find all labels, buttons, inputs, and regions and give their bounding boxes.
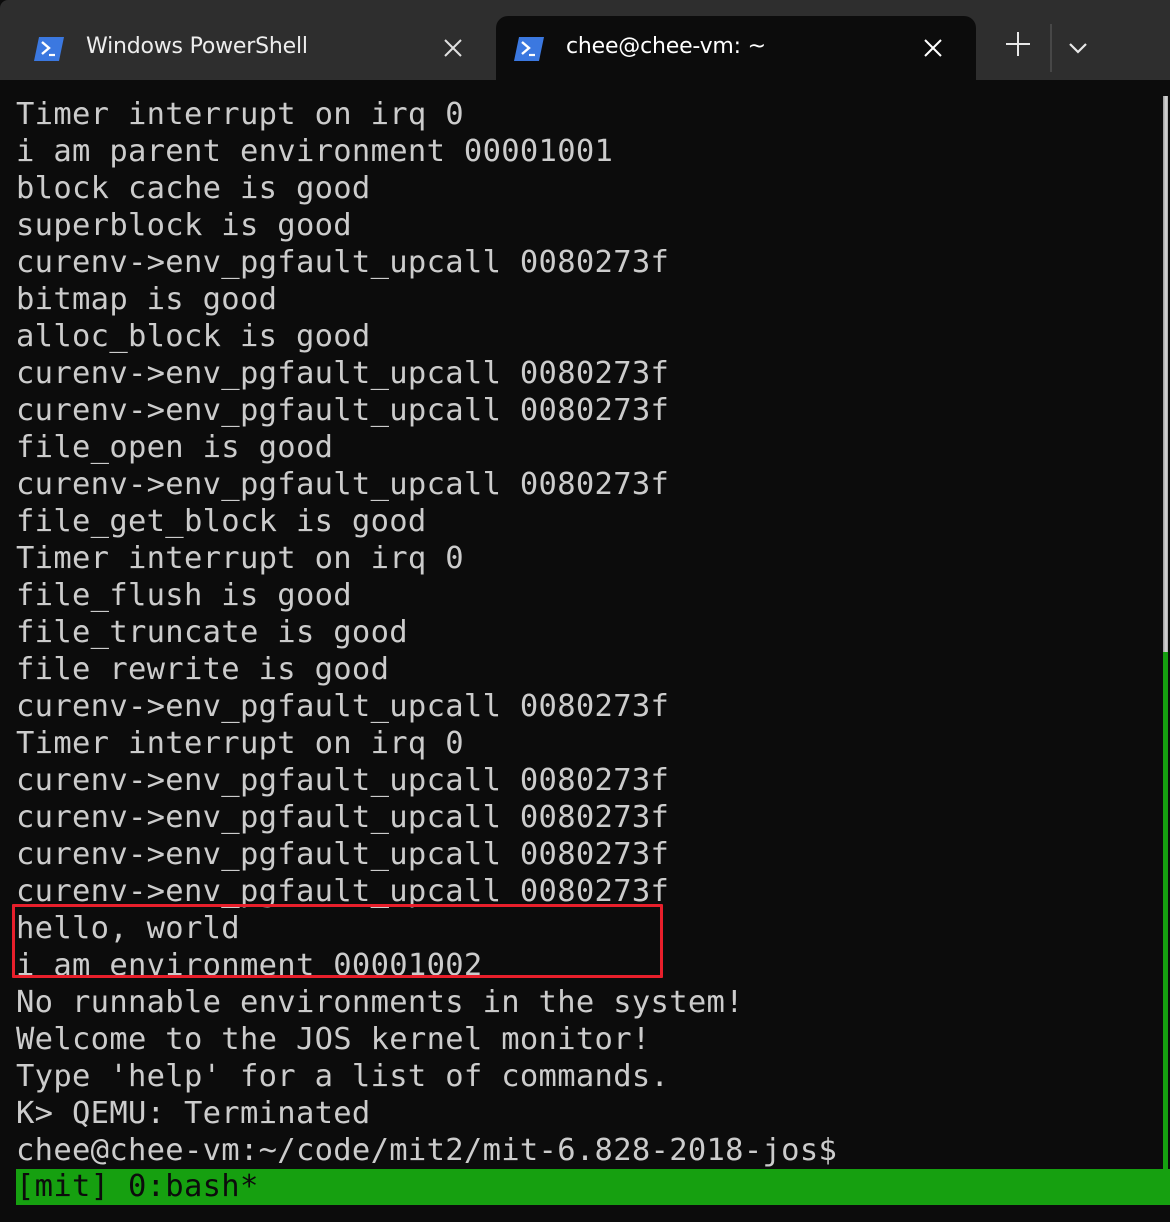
- close-icon[interactable]: [443, 38, 463, 58]
- terminal-line: Type 'help' for a list of commands.: [16, 1059, 670, 1094]
- terminal-line: bitmap is good: [16, 282, 278, 317]
- terminal-lines: Timer interrupt on irq 0i am parent envi…: [16, 96, 837, 1169]
- terminal-line: hello, world: [16, 911, 240, 946]
- terminal-line: i am parent environment 00001001: [16, 134, 614, 169]
- tab-windows-powershell[interactable]: Windows PowerShell: [0, 16, 496, 80]
- tab-label: chee@chee-vm: ~: [566, 34, 766, 59]
- terminal-line: No runnable environments in the system!: [16, 985, 744, 1020]
- tab-chee-vm[interactable]: chee@chee-vm: ~: [496, 16, 976, 80]
- terminal-line: curenv->env_pgfault_upcall 0080273f: [16, 874, 670, 909]
- terminal-line: Timer interrupt on irq 0: [16, 541, 464, 576]
- powershell-icon: [34, 37, 64, 61]
- terminal-line: K> QEMU: Terminated: [16, 1096, 371, 1131]
- terminal-line: curenv->env_pgfault_upcall 0080273f: [16, 467, 670, 502]
- terminal-line: curenv->env_pgfault_upcall 0080273f: [16, 245, 670, 280]
- terminal-line: Timer interrupt on irq 0: [16, 726, 464, 761]
- terminal-line: file_open is good: [16, 430, 334, 465]
- terminal-line: curenv->env_pgfault_upcall 0080273f: [16, 800, 670, 835]
- terminal-line: Timer interrupt on irq 0: [16, 97, 464, 132]
- terminal-line: superblock is good: [16, 208, 352, 243]
- terminal-line: file_truncate is good: [16, 615, 408, 650]
- close-icon[interactable]: [923, 38, 943, 58]
- terminal-line: file rewrite is good: [16, 652, 390, 687]
- chevron-down-icon[interactable]: [1062, 32, 1094, 64]
- terminal-line: chee@chee-vm:~/code/mit2/mit-6.828-2018-…: [16, 1133, 838, 1168]
- terminal-line: curenv->env_pgfault_upcall 0080273f: [16, 689, 670, 724]
- terminal-line: curenv->env_pgfault_upcall 0080273f: [16, 763, 670, 798]
- tmux-window-label[interactable]: [mit] 0:bash*: [16, 1168, 259, 1205]
- tmux-pane-border: [1163, 652, 1168, 1170]
- terminal-line: curenv->env_pgfault_upcall 0080273f: [16, 837, 670, 872]
- tab-divider: [1050, 24, 1052, 72]
- plus-icon[interactable]: [1000, 26, 1036, 62]
- terminal-line: i am environment 00001002: [16, 948, 483, 983]
- tmux-status-bar: [mit] 0:bash*: [16, 1169, 1170, 1205]
- terminal-line: Welcome to the JOS kernel monitor!: [16, 1022, 651, 1057]
- terminal-line: file_flush is good: [16, 578, 352, 613]
- terminal-line: block cache is good: [16, 171, 371, 206]
- terminal-line: file_get_block is good: [16, 504, 427, 539]
- terminal-line: alloc_block is good: [16, 319, 371, 354]
- tab-label: Windows PowerShell: [86, 34, 308, 59]
- terminal-output[interactable]: Timer interrupt on irq 0i am parent envi…: [0, 80, 1170, 1222]
- terminal-window: Windows PowerShell chee@chee-vm: ~ Timer…: [0, 0, 1170, 1222]
- powershell-icon: [514, 37, 544, 61]
- tab-bar: Windows PowerShell chee@chee-vm: ~: [0, 0, 1170, 80]
- scrollbar-thumb[interactable]: [1163, 96, 1168, 652]
- terminal-line: curenv->env_pgfault_upcall 0080273f: [16, 393, 670, 428]
- terminal-line: curenv->env_pgfault_upcall 0080273f: [16, 356, 670, 391]
